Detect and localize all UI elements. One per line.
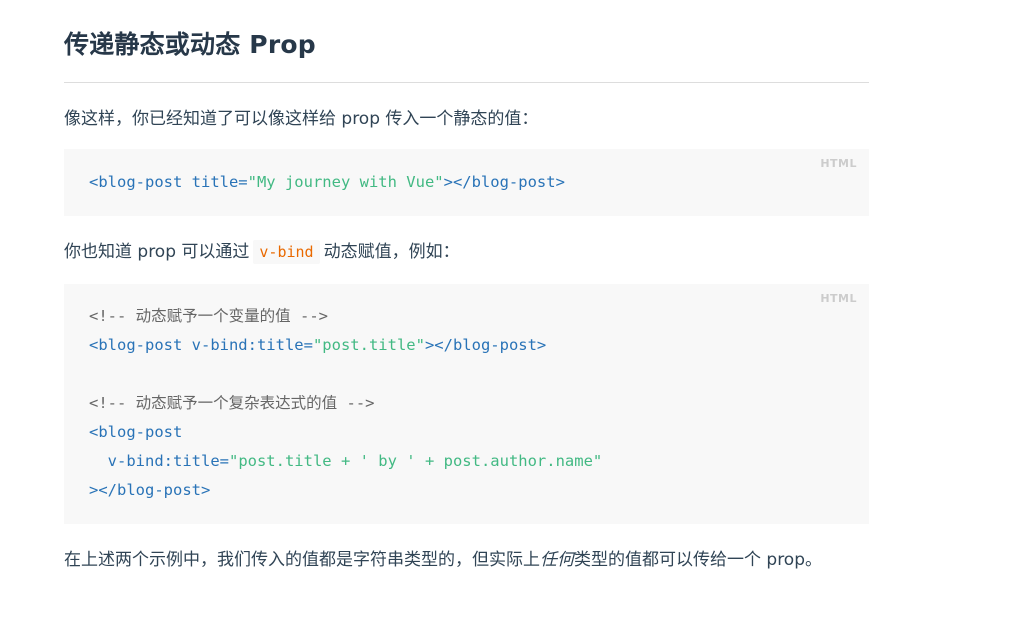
code-token: <!-- 动态赋予一个变量的值 --> <box>89 307 328 325</box>
code-token: <blog-post v-bind:title= <box>89 336 313 354</box>
code-token: <blog-post <box>89 423 183 441</box>
code-line: <blog-post title="My journey with Vue"><… <box>89 168 869 197</box>
code-token: "My journey with Vue" <box>247 173 444 191</box>
code-language-label: HTML <box>820 292 857 305</box>
paragraph-any-type: 在上述两个示例中，我们传入的值都是字符串类型的，但实际上任何类型的值都可以传给一… <box>64 545 854 575</box>
paragraph-static-prop: 像这样，你已经知道了可以像这样给 prop 传入一个静态的值： <box>64 109 539 129</box>
code-token: "post.title" <box>312 336 425 354</box>
paragraph-dynamic-prop: 你也知道 prop 可以通过 v-bind 动态赋值，例如： <box>64 237 460 267</box>
code-token: ></blog-post> <box>89 481 211 499</box>
emphasis-text: 任何 <box>540 550 574 570</box>
section-heading: 传递静态或动态 Prop <box>64 30 316 59</box>
code-line: v-bind:title="post.title + ' by ' + post… <box>89 447 869 476</box>
code-token: ></blog-post> <box>424 336 547 354</box>
code-token: "post.title + ' by ' + post.author.name" <box>228 452 603 470</box>
code-token: <!-- 动态赋予一个复杂表达式的值 --> <box>89 394 375 412</box>
paragraph-text: 在上述两个示例中，我们传入的值都是字符串类型的，但实际上 <box>64 550 540 570</box>
paragraph-text: 类型的值都可以传给一个 prop。 <box>574 550 823 570</box>
code-token: v-bind:title= <box>89 452 229 470</box>
code-token: <blog-post title= <box>89 173 248 191</box>
code-line: ></blog-post> <box>89 476 869 505</box>
paragraph-text: 你也知道 prop 可以通过 <box>64 242 250 262</box>
heading-divider <box>64 82 869 83</box>
code-line: <!-- 动态赋予一个变量的值 --> <box>89 302 869 331</box>
code-line: <blog-post v-bind:title="post.title"></b… <box>89 331 869 360</box>
code-line: <blog-post <box>89 418 869 447</box>
code-block-dynamic: HTML <!-- 动态赋予一个变量的值 --> <blog-post v-bin… <box>64 284 869 524</box>
code-block-static: HTML <blog-post title="My journey with V… <box>64 149 869 216</box>
code-language-label: HTML <box>820 157 857 170</box>
code-token: ></blog-post> <box>443 173 565 191</box>
code-lines: <blog-post title="My journey with Vue"><… <box>89 149 869 197</box>
code-lines: <!-- 动态赋予一个变量的值 --> <blog-post v-bind:tit… <box>89 284 869 505</box>
inline-code-v-bind: v-bind <box>253 240 320 264</box>
code-line: <!-- 动态赋予一个复杂表达式的值 --> <box>89 389 869 418</box>
paragraph-text: 动态赋值，例如： <box>323 242 460 262</box>
